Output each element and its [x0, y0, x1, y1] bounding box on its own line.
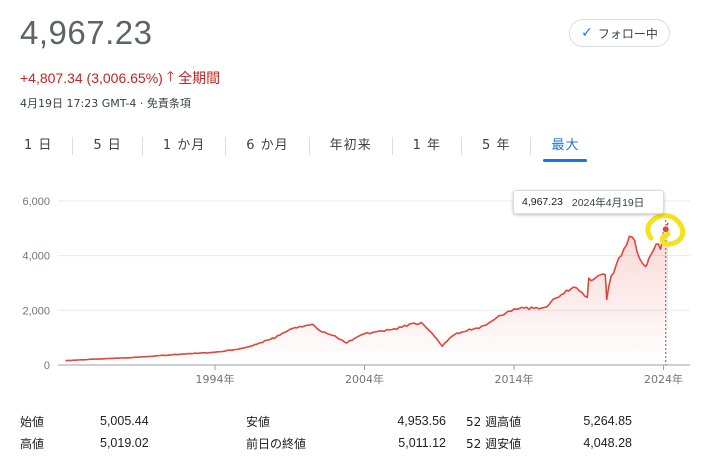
stat-label: 安値 — [246, 414, 271, 429]
range-tab[interactable]: 年初来 — [320, 136, 382, 156]
stat-value: 5,011.12 — [398, 436, 446, 450]
stat-label: 52 週高値 — [466, 414, 522, 429]
stat-label: 始値 — [20, 414, 45, 429]
price-change: +4,807.34 (3,006.65%) 🡑 全期間 — [20, 66, 220, 90]
tooltip-value: 4,967.23 — [522, 196, 563, 208]
y-tick-label: 4,000 — [22, 251, 50, 263]
chart-tooltip: 4,967.23 2024年4月19日 — [513, 190, 664, 214]
tab-separator — [72, 137, 74, 155]
stat-value: 5,019.02 — [100, 436, 149, 450]
y-tick-label: 0 — [44, 360, 50, 372]
x-tick-label: 2004年 — [345, 372, 384, 386]
change-amount: +4,807.34 (3,006.65%) — [20, 70, 163, 86]
x-tick-label: 2014年 — [495, 372, 534, 386]
range-tab[interactable]: 最大 — [541, 136, 589, 162]
series-area — [65, 222, 668, 365]
stat-value: 4,048.28 — [583, 436, 632, 450]
up-arrow-icon: 🡑 — [166, 68, 175, 84]
change-period: 全期間 — [178, 70, 221, 86]
stat-value: 4,953.56 — [397, 414, 446, 428]
y-tick-label: 6,000 — [22, 196, 50, 208]
tab-separator — [530, 137, 532, 155]
tab-separator — [461, 137, 463, 155]
stat-value: 5,264.85 — [583, 414, 632, 428]
range-tab[interactable]: 1 日 — [14, 136, 62, 156]
current-price: 4,967.23 — [20, 14, 153, 51]
follow-button[interactable]: ✓ フォロー中 — [569, 19, 670, 47]
tooltip-date: 2024年4月19日 — [571, 196, 645, 209]
stat-value: 5,005.44 — [100, 414, 149, 428]
x-tick-label: 1994年 — [195, 372, 234, 386]
check-icon: ✓ — [581, 25, 593, 41]
timestamp-disclaimer[interactable]: 4月19日 17:23 GMT-4 · 免責条項 — [20, 95, 191, 111]
range-tab[interactable]: 1 か月 — [153, 136, 215, 156]
range-tabs: 1 日 5 日 1 か月 6 か月 年初来 1 年 5 年 最大 — [14, 134, 589, 162]
tab-separator — [308, 137, 310, 155]
x-tick-label: 2024年 — [644, 372, 683, 386]
follow-label: フォロー中 — [597, 26, 658, 41]
y-tick-label: 2,000 — [22, 305, 50, 317]
stat-label: 52 週安値 — [466, 436, 522, 451]
stats-table: 始値 5,005.44 安値 4,953.56 52 週高値 5,264.85 高値 5,01… — [20, 410, 700, 454]
tab-separator — [141, 137, 143, 155]
stat-label: 前日の終値 — [246, 436, 307, 451]
tab-separator — [225, 137, 227, 155]
stats-row: 始値 5,005.44 安値 4,953.56 52 週高値 5,264.85 — [20, 410, 700, 432]
stats-row: 高値 5,019.02 前日の終値 5,011.12 52 週安値 4,048.28 — [20, 432, 700, 454]
range-tab[interactable]: 1 年 — [403, 136, 451, 156]
range-tab[interactable]: 5 日 — [83, 136, 131, 156]
tab-separator — [391, 137, 393, 155]
range-tab[interactable]: 6 か月 — [236, 136, 298, 156]
range-tab[interactable]: 5 年 — [472, 136, 520, 156]
stat-label: 高値 — [20, 436, 45, 451]
